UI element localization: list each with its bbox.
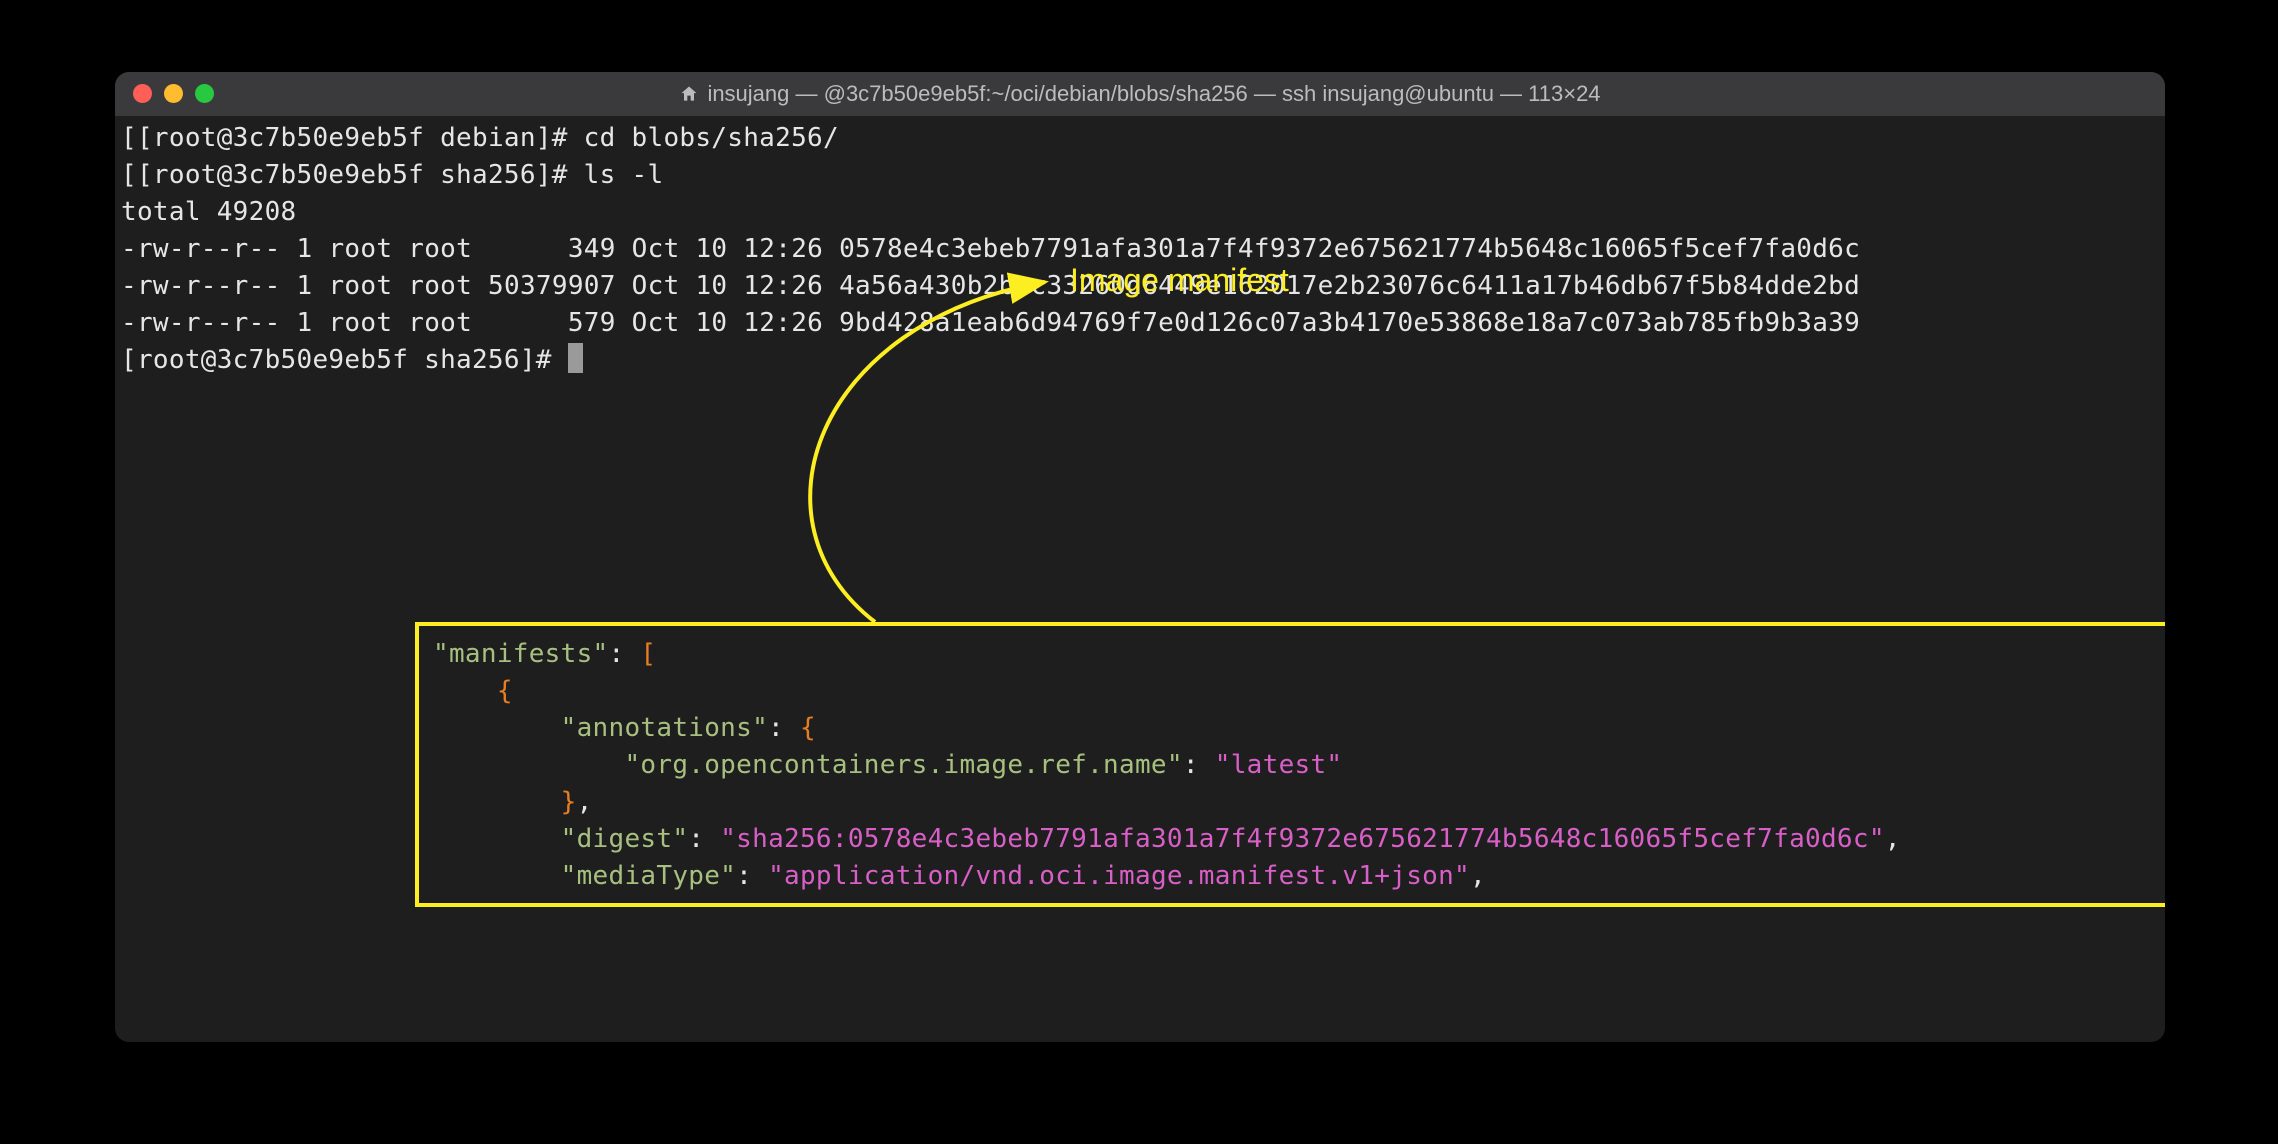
json-open-brace: { (497, 676, 513, 706)
terminal-window: insujang — @3c7b50e9eb5f:~/oci/debian/bl… (115, 72, 2165, 1042)
json-line: "digest": "sha256:0578e4c3ebeb7791afa301… (433, 821, 2157, 858)
json-line: { (433, 673, 2157, 710)
ls-row-0-size: 349 (488, 234, 616, 264)
ls-row-1-name: 4a56a430b2bac33260d6449e162017e2b23076c6… (839, 271, 1860, 301)
ls-row-2-size: 579 (488, 308, 616, 338)
close-icon[interactable] (133, 84, 152, 103)
json-line: "mediaType": "application/vnd.oci.image.… (433, 858, 2157, 895)
ls-row-2-perm: -rw-r--r-- (121, 308, 281, 338)
json-line: "org.opencontainers.image.ref.name": "la… (433, 747, 2157, 784)
annotation-label: Image manifest (1070, 262, 1289, 299)
json-key-mediatype: "mediaType" (561, 861, 737, 891)
json-key-digest: "digest" (561, 824, 689, 854)
json-line: "manifests": [ (433, 636, 2157, 673)
line-bracket-open: [ (121, 123, 137, 153)
json-open-array: [ (640, 639, 656, 669)
command-2: ls -l (584, 160, 664, 190)
titlebar: insujang — @3c7b50e9eb5f:~/oci/debian/bl… (115, 72, 2165, 116)
json-line: "annotations": { (433, 710, 2157, 747)
window-title-text: insujang — @3c7b50e9eb5f:~/oci/debian/bl… (707, 81, 1600, 107)
json-key-manifests: "manifests" (433, 639, 609, 669)
json-snippet-box: "manifests": [ { "annotations": { "org.o… (415, 622, 2165, 907)
ls-row-1-group: root (408, 271, 472, 301)
prompt-1: [root@3c7b50e9eb5f debian]# (137, 123, 584, 153)
ls-row-0-perm: -rw-r--r-- (121, 234, 281, 264)
ls-row-0-owner: root (328, 234, 392, 264)
traffic-lights (133, 84, 214, 103)
json-key-refname: "org.opencontainers.image.ref.name" (624, 750, 1182, 780)
json-val-digest: "sha256:0578e4c3ebeb7791afa301a7f4f9372e… (720, 824, 1885, 854)
ls-row-2-name: 9bd428a1eab6d94769f7e0d126c07a3b4170e538… (839, 308, 1860, 338)
ls-row-2-links: 1 (297, 308, 313, 338)
json-open-brace-2: { (800, 713, 816, 743)
ls-row-1-perm: -rw-r--r-- (121, 271, 281, 301)
ls-total: total 49208 (121, 197, 297, 227)
prompt-2: [root@3c7b50e9eb5f sha256]# (137, 160, 584, 190)
window-title: insujang — @3c7b50e9eb5f:~/oci/debian/bl… (115, 81, 2165, 107)
ls-row-1-date: Oct 10 12:26 (632, 271, 823, 301)
ls-row-1-links: 1 (297, 271, 313, 301)
ls-row-1-size: 50379907 (488, 271, 616, 301)
ls-row-0-date: Oct 10 12:26 (632, 234, 823, 264)
json-val-latest: "latest" (1215, 750, 1343, 780)
ls-row-0-name: 0578e4c3ebeb7791afa301a7f4f9372e67562177… (839, 234, 1860, 264)
ls-row-2-group: root (408, 308, 472, 338)
json-val-mediatype: "application/vnd.oci.image.manifest.v1+j… (768, 861, 1470, 891)
prompt-3: [root@3c7b50e9eb5f sha256]# (121, 345, 568, 375)
ls-row-0-group: root (408, 234, 472, 264)
ls-row-2-owner: root (328, 308, 392, 338)
ls-row-2-date: Oct 10 12:26 (632, 308, 823, 338)
cursor-icon (568, 343, 583, 373)
terminal-content[interactable]: [[root@3c7b50e9eb5f debian]# cd blobs/sh… (115, 116, 2165, 383)
json-line: }, (433, 784, 2157, 821)
json-close-brace-ann: } (561, 787, 577, 817)
maximize-icon[interactable] (195, 84, 214, 103)
ls-row-0-links: 1 (297, 234, 313, 264)
home-icon (679, 84, 699, 104)
minimize-icon[interactable] (164, 84, 183, 103)
command-1: cd blobs/sha256/ (584, 123, 839, 153)
ls-row-1-owner: root (328, 271, 392, 301)
line-bracket-open: [ (121, 160, 137, 190)
json-key-annotations: "annotations" (561, 713, 768, 743)
